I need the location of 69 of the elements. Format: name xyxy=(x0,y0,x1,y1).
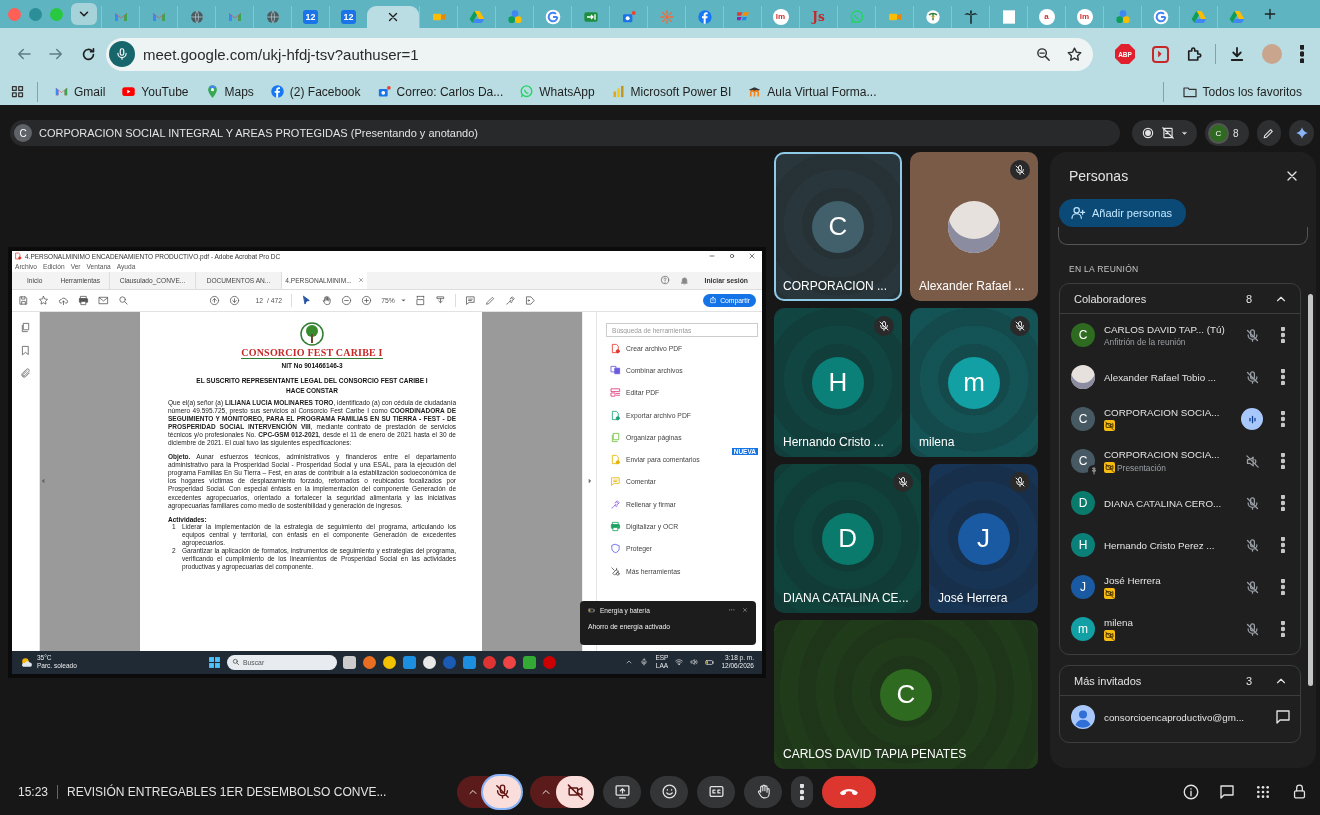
participant-row[interactable]: J José Herrera xyxy=(1060,566,1300,608)
participant-tile[interactable]: Alexander Rafael ... xyxy=(910,152,1038,301)
bookmark[interactable]: WhatsApp xyxy=(513,80,601,103)
participant-role: Presentación xyxy=(1117,462,1166,473)
participant-name: Alexander Rafael ... xyxy=(919,279,1025,293)
group-count: 8 xyxy=(1245,292,1252,305)
bookmark[interactable]: Microsoft Power BI xyxy=(604,80,738,103)
participant-name: José Herrera xyxy=(938,591,1008,605)
group-title: Colaboradores xyxy=(1074,292,1147,305)
participant-row[interactable]: C CORPORACION SOCIA... Presentación xyxy=(1060,440,1300,482)
add-people-button[interactable]: Añadir personas xyxy=(1059,199,1187,227)
participant-row[interactable]: m milena xyxy=(1060,608,1300,650)
participant-name: CARLOS DAVID TAPIA PENATES xyxy=(783,747,967,761)
participant-name: milena xyxy=(919,435,955,449)
participant-tile[interactable]: H Hernando Cristo ... xyxy=(774,308,902,457)
participant-row[interactable]: D DIANA CATALINA CERO... xyxy=(1060,482,1300,524)
meeting-name: REVISIÓN ENTREGABLES 1ER DESEMBOLSO CONVE... xyxy=(67,784,387,799)
participant-name: Hernando Cristo ... xyxy=(783,435,884,449)
participant-name: CARLOS DAVID TAP... (Tú) xyxy=(1104,323,1226,335)
participant-row[interactable]: C CARLOS DAVID TAP... (Tú) Anfitrión de la reunión xyxy=(1060,314,1300,356)
bookmark[interactable]: Gmail xyxy=(48,80,112,103)
group-count: 3 xyxy=(1245,674,1252,687)
participant-name: Hernando Cristo Perez ... xyxy=(1104,539,1216,551)
bookmark[interactable]: (2) Facebook xyxy=(263,80,367,103)
avatar: J xyxy=(957,512,1010,565)
avatar: C xyxy=(812,200,864,253)
participant-tile[interactable]: m milena xyxy=(910,308,1038,457)
people-button[interactable]: C 8 xyxy=(1205,120,1249,146)
participant-row[interactable]: H Hernando Cristo Perez ... xyxy=(1060,524,1300,566)
avatar: C xyxy=(1071,323,1095,347)
bookmark[interactable]: Maps xyxy=(198,80,260,103)
participant-role: Anfitrión de la reunión xyxy=(1104,336,1186,347)
avatar: m xyxy=(1071,617,1095,641)
participant-name: consorcioencaproductivo@gm... xyxy=(1104,711,1246,723)
participant-tile[interactable]: J José Herrera xyxy=(929,464,1038,613)
avatar: C xyxy=(1071,407,1095,431)
participant-name: CORPORACION SOCIA... xyxy=(1104,407,1221,418)
bookmark[interactable]: Correo: Carlos Da... xyxy=(370,80,510,103)
avatar: H xyxy=(812,356,864,409)
avatar: C xyxy=(880,668,932,721)
group-title: Más invitados xyxy=(1074,674,1142,687)
participant-name: Alexander Rafael Tobio ... xyxy=(1104,371,1217,383)
avatar: m xyxy=(948,356,1000,409)
participant-row[interactable]: Alexander Rafael Tobio ... xyxy=(1060,356,1300,398)
all-bookmarks-button[interactable]: Todos los favoritos xyxy=(1175,80,1308,103)
participant-tile[interactable]: C CARLOS DAVID TAPIA PENATES xyxy=(774,620,1038,769)
participant-name: DIANA CATALINA CE... xyxy=(783,591,909,605)
participant-name: José Herrera xyxy=(1104,575,1162,586)
bookmark[interactable]: YouTube xyxy=(115,80,195,103)
avatar: C xyxy=(14,124,32,142)
section-label: EN LA REUNIÓN xyxy=(1068,263,1140,276)
logo-text: CONSORCIO FEST CARIBE I xyxy=(241,346,383,359)
participant-name: CORPORACION SOCIA... xyxy=(1104,449,1221,460)
participant-row[interactable]: consorcioencaproductivo@gm... xyxy=(1060,696,1300,738)
participant-row[interactable]: C CORPORACION SOCIA... xyxy=(1060,398,1300,440)
participant-tile[interactable]: D DIANA CATALINA CE... xyxy=(774,464,922,613)
participant-name: DIANA CATALINA CERO... xyxy=(1104,497,1223,509)
participant-tile[interactable]: C CORPORACION ... xyxy=(774,152,902,301)
participant-name: CORPORACION ... xyxy=(783,279,887,293)
avatar: H xyxy=(1071,533,1095,557)
avatar: J xyxy=(1071,575,1095,599)
bookmark[interactable]: Aula Virtual Forma... xyxy=(741,80,883,103)
panel-title: Personas xyxy=(1069,168,1129,184)
participant-name: milena xyxy=(1104,617,1134,628)
avatar: C xyxy=(1071,449,1095,473)
avatar: D xyxy=(1071,491,1095,515)
presentation-title: CORPORACION SOCIAL INTEGRAL Y AREAS PROTEGIDAS (Presentando y anotando) xyxy=(39,127,478,139)
avatar: D xyxy=(821,512,874,565)
clock-time: 15:23 xyxy=(18,784,49,799)
